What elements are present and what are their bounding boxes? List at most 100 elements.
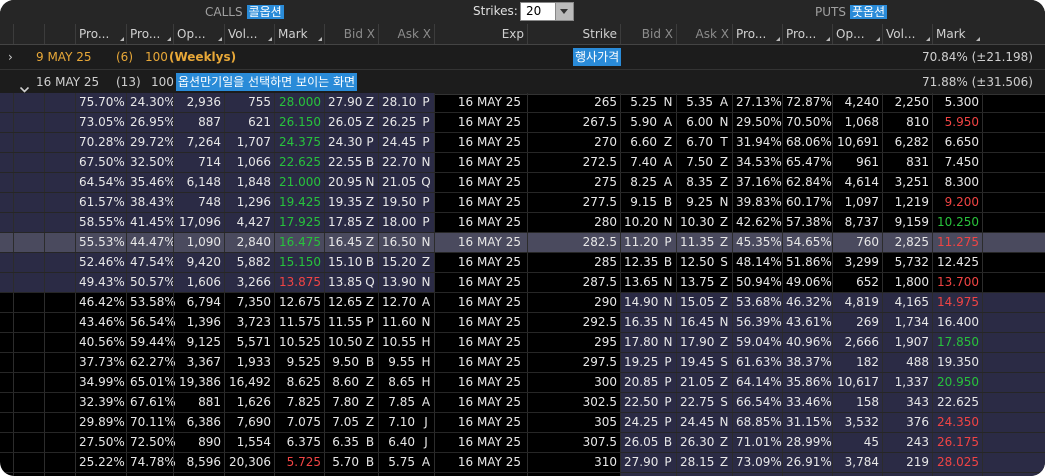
call-ask-exchange[interactable]: P	[418, 93, 434, 112]
option-chain-row[interactable]: 73.05% 26.95% 887 621 26.150 26.05 Z 26.25 P 16 M…	[0, 113, 1045, 133]
option-chain-row[interactable]: 61.57% 38.43% 748 1,296 19.425 19.35 Z 19.50 P 16…	[0, 193, 1045, 213]
put-ask-exchange[interactable]: N	[716, 113, 732, 132]
call-prob-itm[interactable]: 70.28%	[75, 133, 126, 152]
put-open-interest[interactable]: 3,784	[832, 453, 882, 472]
call-open-interest[interactable]: 19,386	[173, 373, 224, 392]
expiration-row-collapsed[interactable]: › 9 MAY 25 (6) 100 (Weeklys) 행사가격 70.84%…	[0, 45, 1045, 70]
put-ask-exchange[interactable]: Z	[716, 273, 732, 292]
call-ask-exchange[interactable]: A	[418, 453, 434, 472]
put-bid-exchange[interactable]: B	[660, 433, 676, 452]
put-prob-itm[interactable]: 45.35%	[732, 233, 782, 252]
put-bid[interactable]: 8.25	[620, 173, 660, 192]
call-ask[interactable]: 6.40	[378, 433, 418, 452]
put-bid[interactable]: 11.20	[620, 233, 660, 252]
option-chain-row[interactable]: 32.39% 67.61% 881 1,626 7.825 7.80 Z 7.85 A 16 MA…	[0, 393, 1045, 413]
put-bid-exchange[interactable]: A	[660, 153, 676, 172]
call-prob-itm[interactable]: 27.50%	[75, 433, 126, 452]
call-volume[interactable]: 16,492	[224, 373, 274, 392]
put-ask-exchange[interactable]: S	[716, 253, 732, 272]
put-prob-itm[interactable]: 34.53%	[732, 153, 782, 172]
put-volume[interactable]: 1,219	[882, 193, 932, 212]
put-volume[interactable]: 219	[882, 453, 932, 472]
call-ask[interactable]: 28.10	[378, 93, 418, 112]
call-open-interest[interactable]: 714	[173, 153, 224, 172]
put-prob-otm[interactable]: 31.15%	[782, 413, 832, 432]
call-prob-itm[interactable]: 67.50%	[75, 153, 126, 172]
call-mark[interactable]: 22.625	[274, 153, 324, 172]
put-ask-exchange[interactable]: S	[716, 393, 732, 412]
col-call-prob-itm[interactable]: Pro...	[75, 24, 126, 44]
put-bid-exchange[interactable]: Z	[660, 133, 676, 152]
call-volume[interactable]: 7,690	[224, 413, 274, 432]
call-mark[interactable]: 7.825	[274, 393, 324, 412]
call-prob-otm[interactable]: 74.78%	[126, 453, 176, 472]
option-chain-row[interactable]: 37.73% 62.27% 3,367 1,933 9.525 9.50 B 9.55 H 16 …	[0, 353, 1045, 373]
call-ask[interactable]: 5.75	[378, 453, 418, 472]
call-ask[interactable]: 11.60	[378, 313, 418, 332]
call-volume[interactable]: 1,296	[224, 193, 274, 212]
put-mark[interactable]: 5.950	[932, 113, 982, 132]
put-mark[interactable]: 19.350	[932, 353, 982, 372]
put-volume[interactable]: 2,825	[882, 233, 932, 252]
option-chain-row[interactable]: 70.28% 29.72% 7,264 1,707 24.375 24.30 P 24.45 P…	[0, 133, 1045, 153]
call-volume[interactable]: 621	[224, 113, 274, 132]
call-ask-exchange[interactable]: N	[418, 313, 434, 332]
put-prob-otm[interactable]: 38.37%	[782, 353, 832, 372]
put-open-interest[interactable]: 4,614	[832, 173, 882, 192]
put-ask[interactable]: 26.30	[676, 433, 716, 452]
put-volume[interactable]: 4,165	[882, 293, 932, 312]
put-ask-exchange[interactable]: Z	[716, 213, 732, 232]
put-ask[interactable]: 19.45	[676, 353, 716, 372]
call-prob-itm[interactable]: 75.70%	[75, 93, 126, 112]
call-bid[interactable]: 17.85	[324, 213, 362, 232]
put-open-interest[interactable]: 3,299	[832, 253, 882, 272]
call-mark[interactable]: 17.925	[274, 213, 324, 232]
call-ask[interactable]: 7.85	[378, 393, 418, 412]
call-ask[interactable]: 7.10	[378, 413, 418, 432]
put-volume[interactable]: 5,732	[882, 253, 932, 272]
chevron-down-icon[interactable]	[19, 77, 30, 93]
call-bid-exchange[interactable]: B	[362, 453, 378, 472]
put-prob-otm[interactable]: 40.96%	[782, 333, 832, 352]
call-mark[interactable]: 7.075	[274, 413, 324, 432]
put-prob-otm[interactable]: 43.61%	[782, 313, 832, 332]
col-put-ask[interactable]: Ask X	[676, 24, 732, 44]
put-bid[interactable]: 14.90	[620, 293, 660, 312]
put-prob-itm[interactable]: 64.14%	[732, 373, 782, 392]
put-volume[interactable]: 1,800	[882, 273, 932, 292]
put-open-interest[interactable]: 652	[832, 273, 882, 292]
call-prob-otm[interactable]: 62.27%	[126, 353, 176, 372]
put-mark[interactable]: 10.250	[932, 213, 982, 232]
call-volume[interactable]: 1,554	[224, 433, 274, 452]
call-volume[interactable]: 755	[224, 93, 274, 112]
put-prob-itm[interactable]: 27.13%	[732, 93, 782, 112]
call-open-interest[interactable]: 17,096	[173, 213, 224, 232]
call-prob-itm[interactable]: 73.05%	[75, 113, 126, 132]
call-open-interest[interactable]: 887	[173, 113, 224, 132]
chevron-down-icon[interactable]	[555, 3, 573, 20]
put-prob-otm[interactable]: 62.84%	[782, 173, 832, 192]
put-open-interest[interactable]: 158	[832, 393, 882, 412]
put-bid-exchange[interactable]: B	[660, 193, 676, 212]
call-prob-otm[interactable]: 67.61%	[126, 393, 176, 412]
call-bid-exchange[interactable]: B	[362, 433, 378, 452]
call-ask-exchange[interactable]: H	[418, 333, 434, 352]
call-prob-otm[interactable]: 65.01%	[126, 373, 176, 392]
put-volume[interactable]: 343	[882, 393, 932, 412]
put-mark[interactable]: 24.350	[932, 413, 982, 432]
call-bid[interactable]: 27.90	[324, 93, 362, 112]
put-bid-exchange[interactable]: N	[660, 313, 676, 332]
call-bid[interactable]: 16.45	[324, 233, 362, 252]
call-volume[interactable]: 1,626	[224, 393, 274, 412]
put-bid-exchange[interactable]: P	[660, 393, 676, 412]
option-chain-row[interactable]: 58.55% 41.45% 17,096 4,427 17.925 17.85 Z 18.00…	[0, 213, 1045, 233]
call-open-interest[interactable]: 748	[173, 193, 224, 212]
put-prob-otm[interactable]: 54.65%	[782, 233, 832, 252]
call-open-interest[interactable]: 6,794	[173, 293, 224, 312]
put-ask-exchange[interactable]: N	[716, 193, 732, 212]
put-prob-itm[interactable]: 68.85%	[732, 413, 782, 432]
call-volume[interactable]: 5,882	[224, 253, 274, 272]
call-prob-otm[interactable]: 44.47%	[126, 233, 176, 252]
put-open-interest[interactable]: 961	[832, 153, 882, 172]
put-open-interest[interactable]: 10,691	[832, 133, 882, 152]
